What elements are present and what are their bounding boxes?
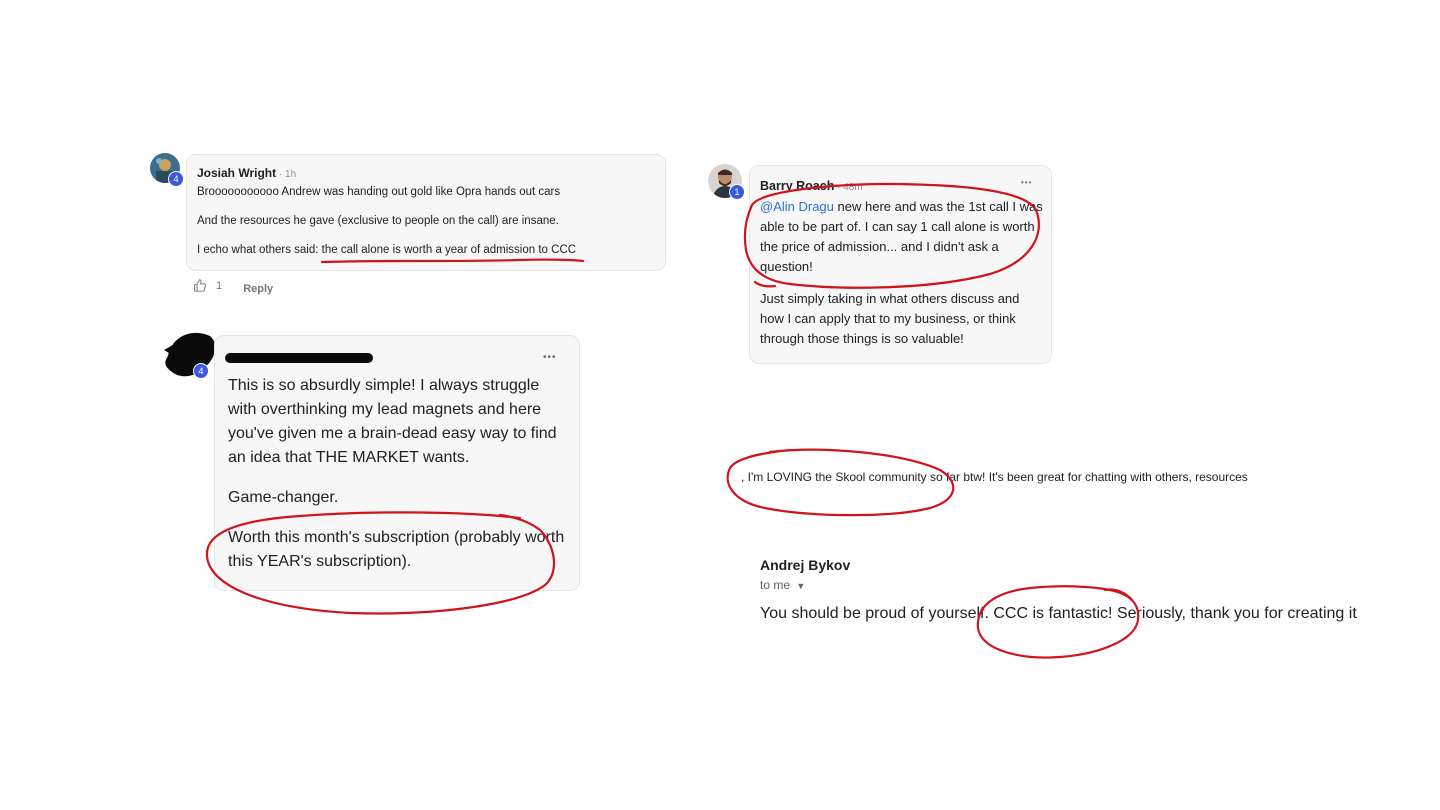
more-options-button[interactable]: •••	[543, 352, 557, 363]
comment-paragraph: Game-changer.	[228, 489, 339, 506]
like-count: 1	[216, 279, 223, 292]
redacted-author-name	[225, 353, 373, 363]
comment-card: Barry Roach · 48m ••• @Alin Dragu new he…	[749, 165, 1052, 364]
comment-paragraph: This is so absurdly simple! I always str…	[228, 377, 557, 466]
author-name[interactable]: Josiah Wright	[197, 166, 276, 180]
more-options-button[interactable]: •••	[1021, 178, 1032, 187]
email-recipient[interactable]: to me ▼	[760, 578, 805, 592]
highlighted-text: the call alone is worth a year of admiss…	[321, 244, 577, 256]
email-body: You should be proud of yourself. CCC is …	[760, 605, 1357, 622]
comment-paragraph: And the resources he gave (exclusive to …	[197, 215, 559, 227]
comment-body: This is so absurdly simple! I always str…	[228, 374, 568, 574]
timestamp: · 48m	[834, 182, 863, 193]
chevron-down-icon[interactable]: ▼	[796, 581, 805, 591]
comment-body: Brooooooooooo Andrew was handing out gol…	[197, 184, 657, 258]
reply-button[interactable]: Reply	[243, 283, 273, 295]
comment-paragraph: Just simply taking in what others discus…	[760, 291, 1020, 346]
level-badge: 4	[193, 363, 209, 379]
comment-card: Josiah Wright · 1h Brooooooooooo Andrew …	[186, 154, 666, 271]
user-mention-link[interactable]: @Alin Dragu	[760, 199, 834, 214]
author-name[interactable]: Barry Roach	[760, 179, 834, 193]
comment-paragraph: Worth this month's subscription (probabl…	[228, 529, 565, 570]
comment-text: I echo what others said:	[197, 244, 322, 256]
thumbs-up-icon	[194, 279, 206, 292]
comment-paragraph: I echo what others said: the call alone …	[197, 242, 657, 258]
comment-body: @Alin Dragu new here and was the 1st cal…	[760, 197, 1046, 349]
comment-card: ••• This is so absurdly simple! I always…	[214, 335, 580, 591]
recipient-label: to me	[760, 578, 791, 592]
timestamp: · 1h	[276, 169, 297, 180]
comment-paragraph: Brooooooooooo Andrew was handing out gol…	[197, 186, 561, 198]
cropped-text-fragment: ‾ ‾ ‾ ‾ ‾ ‾ ‾ ‾	[196, 128, 276, 136]
like-button[interactable]: 1	[193, 279, 222, 292]
comment-paragraph: @Alin Dragu new here and was the 1st cal…	[760, 197, 1046, 277]
level-badge: 1	[729, 184, 745, 200]
email-sender-name[interactable]: Andrej Bykov	[760, 557, 850, 573]
message-snippet: , I'm LOVING the Skool community so far …	[741, 470, 1248, 484]
level-badge: 4	[168, 171, 184, 187]
comment-actions: 1 Reply	[193, 279, 273, 295]
redacted-avatar	[162, 326, 222, 382]
